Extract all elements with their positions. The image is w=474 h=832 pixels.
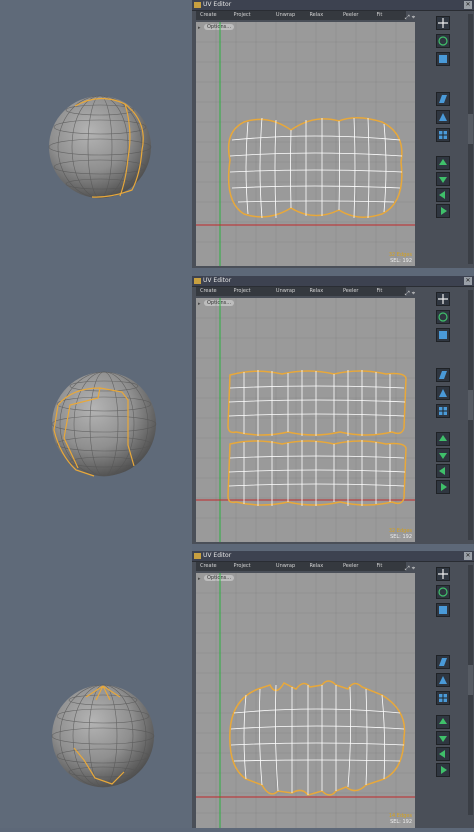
menu-relax[interactable]: Relax — [305, 11, 339, 20]
arrow-down-icon[interactable] — [436, 731, 450, 745]
menu-peeler[interactable]: Peeler — [339, 11, 373, 20]
close-icon[interactable]: ✕ — [464, 552, 472, 560]
menu-peeler[interactable]: Peeler — [339, 562, 373, 571]
titlebar[interactable]: UV Editor ✕ — [192, 0, 474, 11]
arrow-up-icon[interactable] — [436, 715, 450, 729]
menu-unwrap[interactable]: Unwrap — [272, 562, 306, 571]
grid-icon[interactable] — [436, 128, 450, 142]
uv-editor-panel-3: UV Editor ✕ Create Project Unwrap Relax … — [192, 551, 474, 828]
scrollbar[interactable] — [468, 565, 473, 815]
rotate-tool-icon[interactable] — [436, 34, 450, 48]
arrow-right-icon[interactable] — [436, 763, 450, 777]
flip-icon[interactable] — [436, 673, 450, 687]
window-title: UV Editor — [203, 552, 232, 559]
move-tool-icon[interactable] — [436, 292, 450, 306]
scale-tool-icon[interactable] — [436, 603, 450, 617]
titlebar[interactable]: UV Editor ✕ — [192, 276, 474, 287]
menu-unwrap[interactable]: Unwrap — [272, 287, 306, 296]
uv-editor-icon — [194, 553, 201, 559]
close-icon[interactable]: ✕ — [464, 277, 472, 285]
selection-count: SEL: 192 — [390, 534, 412, 540]
arrow-up-icon[interactable] — [436, 156, 450, 170]
window-title: UV Editor — [203, 1, 232, 8]
uv-editor-icon — [194, 278, 201, 284]
uv-shell-top[interactable] — [227, 370, 407, 436]
rotate-tool-icon[interactable] — [436, 585, 450, 599]
selection-count: SEL: 192 — [390, 258, 412, 264]
uv-grid — [196, 22, 415, 266]
uv-canvas[interactable]: ▸ Options... — [196, 22, 415, 266]
sphere-1[interactable] — [48, 95, 152, 199]
menu-project[interactable]: Project — [230, 287, 272, 296]
viewport-3d[interactable] — [0, 0, 192, 828]
scrollbar[interactable] — [468, 14, 473, 264]
rotate-tool-icon[interactable] — [436, 310, 450, 324]
arrow-up-icon[interactable] — [436, 432, 450, 446]
menu-fit[interactable]: Fit — [373, 287, 407, 296]
menu-relax[interactable]: Relax — [305, 562, 339, 571]
menu-relax[interactable]: Relax — [305, 287, 339, 296]
move-tool-icon[interactable] — [436, 567, 450, 581]
move-tool-icon[interactable] — [436, 16, 450, 30]
view-controls[interactable]: ⤢ ⌖ — [405, 565, 415, 573]
sphere-2[interactable] — [51, 371, 157, 477]
scale-tool-icon[interactable] — [436, 52, 450, 66]
uv-canvas[interactable]: ▸ Options... — [196, 573, 415, 828]
viewport-3d-svg — [48, 95, 157, 788]
menu-bar: Create Project Unwrap Relax Peeler Fit — [196, 562, 406, 571]
arrow-left-icon[interactable] — [436, 188, 450, 202]
flip-icon[interactable] — [436, 110, 450, 124]
shear-tool-icon[interactable] — [436, 655, 450, 669]
sphere-3[interactable] — [51, 684, 155, 788]
shear-tool-icon[interactable] — [436, 368, 450, 382]
arrow-right-icon[interactable] — [436, 204, 450, 218]
menu-fit[interactable]: Fit — [373, 11, 407, 20]
uv-editor-icon — [194, 2, 201, 8]
arrow-left-icon[interactable] — [436, 464, 450, 478]
flip-icon[interactable] — [436, 386, 450, 400]
arrow-left-icon[interactable] — [436, 747, 450, 761]
menu-unwrap[interactable]: Unwrap — [272, 11, 306, 20]
uv-grid — [196, 573, 415, 828]
window-title: UV Editor — [203, 277, 232, 284]
selection-count: SEL: 192 — [390, 819, 412, 825]
grid-icon[interactable] — [436, 404, 450, 418]
shear-tool-icon[interactable] — [436, 92, 450, 106]
arrow-down-icon[interactable] — [436, 448, 450, 462]
uv-canvas[interactable]: ▸ Options... — [196, 298, 415, 542]
grid-icon[interactable] — [436, 691, 450, 705]
titlebar[interactable]: UV Editor ✕ — [192, 551, 474, 562]
scroll-thumb[interactable] — [468, 114, 473, 144]
menu-fit[interactable]: Fit — [373, 562, 407, 571]
menu-create[interactable]: Create — [196, 287, 230, 296]
close-icon[interactable]: ✕ — [464, 1, 472, 9]
scrollbar[interactable] — [468, 290, 473, 540]
menu-create[interactable]: Create — [196, 562, 230, 571]
arrow-right-icon[interactable] — [436, 480, 450, 494]
menu-project[interactable]: Project — [230, 11, 272, 20]
uv-editor-panel-1: UV Editor ✕ Create Project Unwrap Relax … — [192, 0, 474, 268]
menu-bar: Create Project Unwrap Relax Peeler Fit — [196, 287, 406, 296]
uv-editor-panel-2: UV Editor ✕ Create Project Unwrap Relax … — [192, 276, 474, 544]
arrow-down-icon[interactable] — [436, 172, 450, 186]
scale-tool-icon[interactable] — [436, 328, 450, 342]
menu-bar: Create Project Unwrap Relax Peeler Fit — [196, 11, 406, 20]
uv-shell-bottom[interactable] — [227, 440, 407, 506]
view-controls[interactable]: ⤢ ⌖ — [405, 290, 415, 298]
menu-peeler[interactable]: Peeler — [339, 287, 373, 296]
menu-project[interactable]: Project — [230, 562, 272, 571]
menu-create[interactable]: Create — [196, 11, 230, 20]
uv-grid — [196, 298, 415, 542]
scroll-thumb[interactable] — [468, 390, 473, 420]
scroll-thumb[interactable] — [468, 665, 473, 695]
view-controls[interactable]: ⤢ ⌖ — [405, 14, 415, 22]
